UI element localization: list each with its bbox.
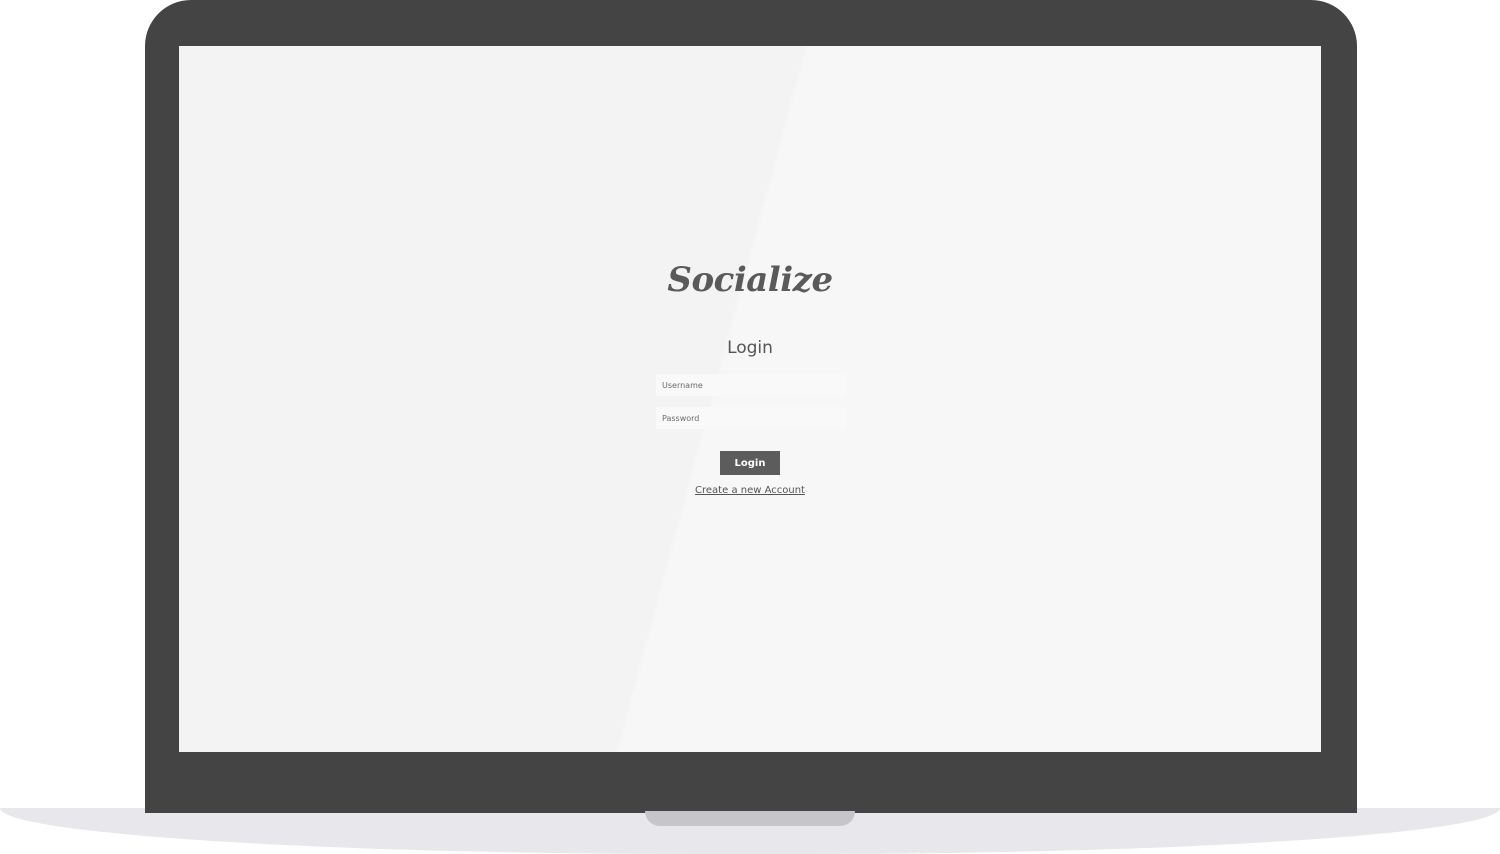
- create-account-link[interactable]: Create a new Account: [695, 485, 805, 496]
- app-logo: Socialize: [667, 260, 833, 300]
- login-heading: Login: [727, 338, 773, 358]
- create-account-link-row: Create a new Account: [179, 485, 1321, 496]
- screen-glare: [179, 46, 1321, 752]
- laptop-mockup: Socialize Login Login Create a new Accou…: [0, 0, 1500, 854]
- laptop-notch: [645, 811, 855, 826]
- password-input[interactable]: [656, 407, 846, 429]
- username-input[interactable]: [656, 374, 846, 396]
- login-button[interactable]: Login: [720, 451, 780, 475]
- laptop-screen: Socialize Login Login Create a new Accou…: [179, 46, 1321, 752]
